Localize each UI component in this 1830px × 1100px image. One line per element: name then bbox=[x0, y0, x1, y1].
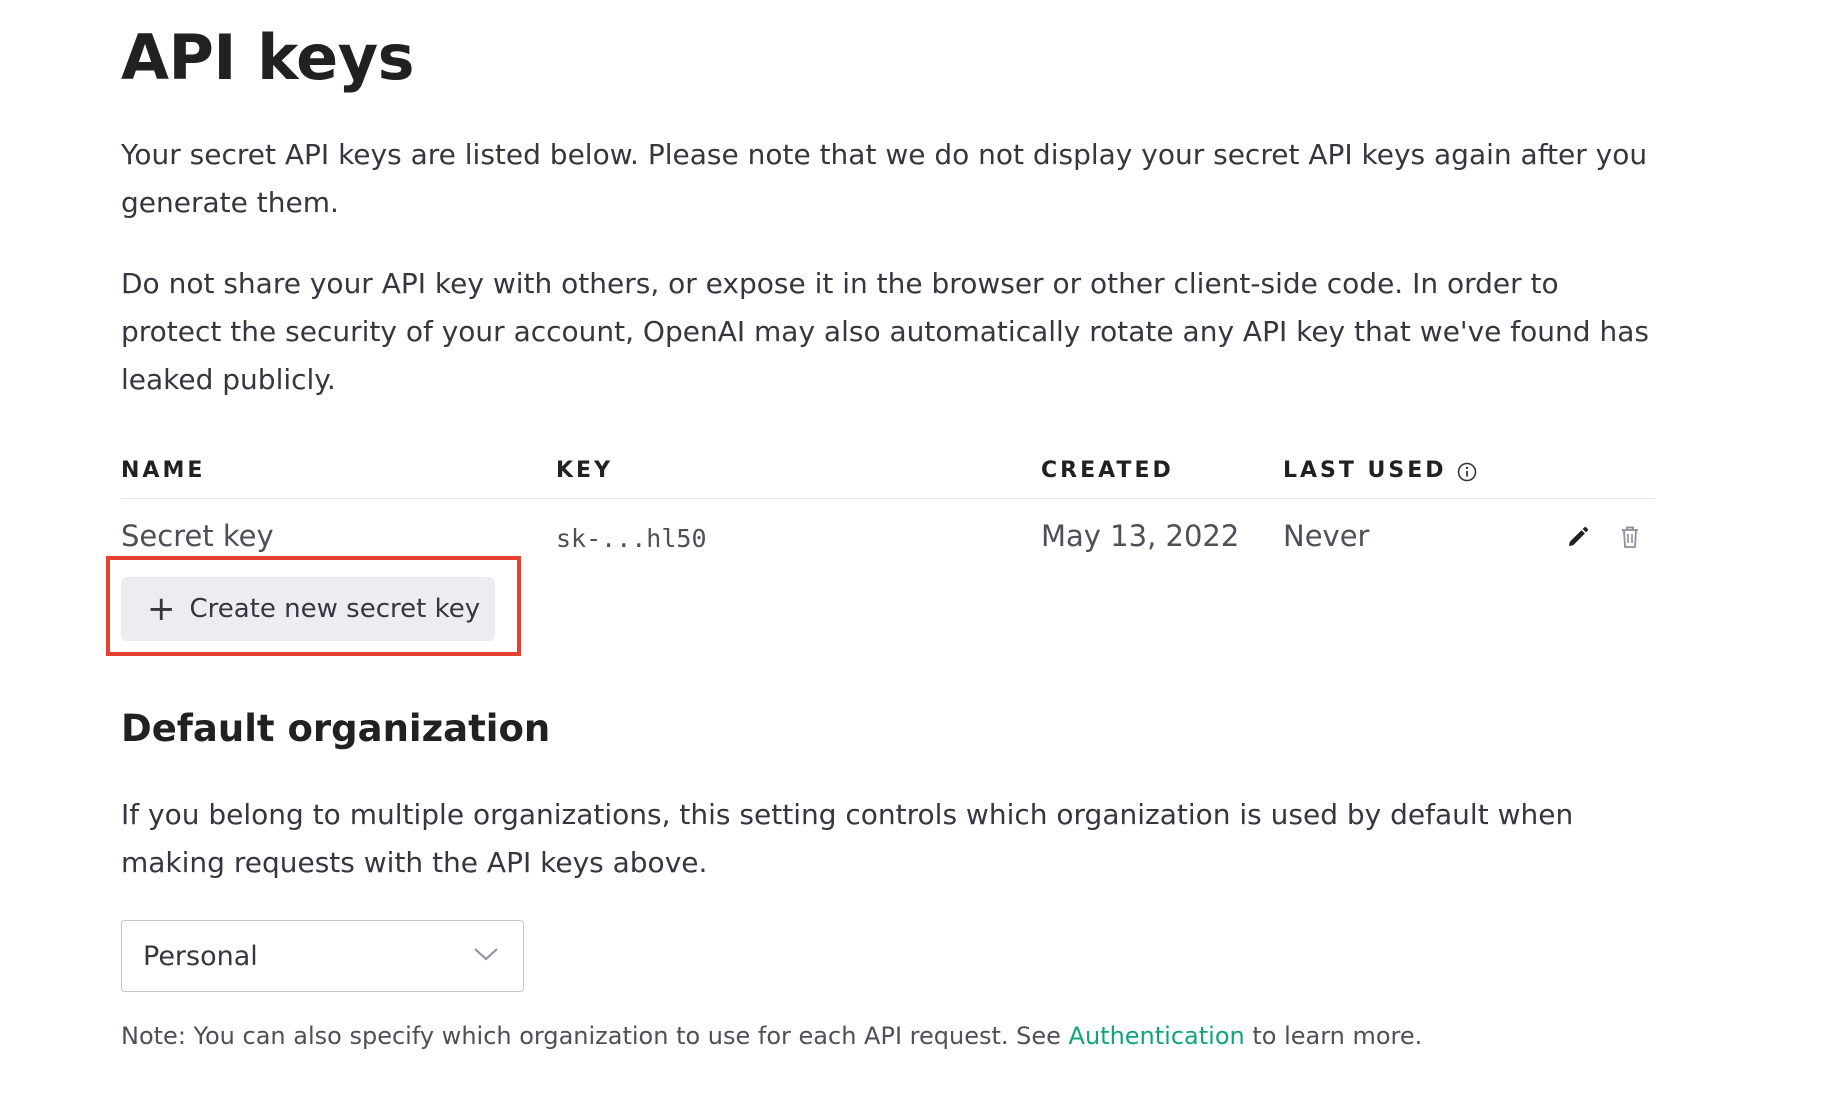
note-text-before: Note: You can also specify which organiz… bbox=[121, 1022, 1069, 1050]
pencil-icon bbox=[1566, 525, 1590, 553]
key-last-used-cell: Never bbox=[1283, 519, 1370, 553]
default-organization-title: Default organization bbox=[121, 707, 551, 750]
row-actions bbox=[1561, 522, 1665, 556]
organization-select-value: Personal bbox=[143, 940, 258, 972]
chevron-down-icon bbox=[473, 946, 499, 966]
edit-key-button[interactable] bbox=[1561, 522, 1595, 556]
organization-select[interactable]: Personal bbox=[121, 920, 524, 992]
key-name-cell: Secret key bbox=[121, 519, 274, 553]
delete-key-button[interactable] bbox=[1613, 522, 1647, 556]
page-title: API keys bbox=[121, 21, 415, 94]
note-text-after: to learn more. bbox=[1244, 1022, 1423, 1050]
trash-icon bbox=[1618, 524, 1642, 554]
column-header-last-used: LAST USED bbox=[1283, 456, 1477, 486]
create-new-secret-key-button[interactable]: + Create new secret key bbox=[121, 577, 495, 641]
create-button-label: Create new secret key bbox=[189, 594, 481, 624]
column-header-key: KEY bbox=[556, 458, 614, 483]
default-organization-description: If you belong to multiple organizations,… bbox=[121, 798, 1574, 879]
plus-icon: + bbox=[147, 589, 176, 629]
column-header-created: CREATED bbox=[1041, 458, 1174, 483]
info-icon[interactable] bbox=[1457, 461, 1477, 482]
organization-note: Note: You can also specify which organiz… bbox=[121, 1019, 1422, 1053]
authentication-link[interactable]: Authentication bbox=[1069, 1022, 1245, 1050]
table-header-divider bbox=[121, 498, 1655, 499]
key-value-cell: sk-...hl50 bbox=[556, 524, 707, 553]
security-warning-text: Do not share your API key with others, o… bbox=[121, 267, 1649, 396]
column-header-name: NAME bbox=[121, 458, 206, 483]
intro-text: Your secret API keys are listed below. P… bbox=[121, 138, 1648, 219]
key-created-cell: May 13, 2022 bbox=[1041, 519, 1240, 553]
column-header-last-used-label: LAST USED bbox=[1283, 458, 1447, 483]
